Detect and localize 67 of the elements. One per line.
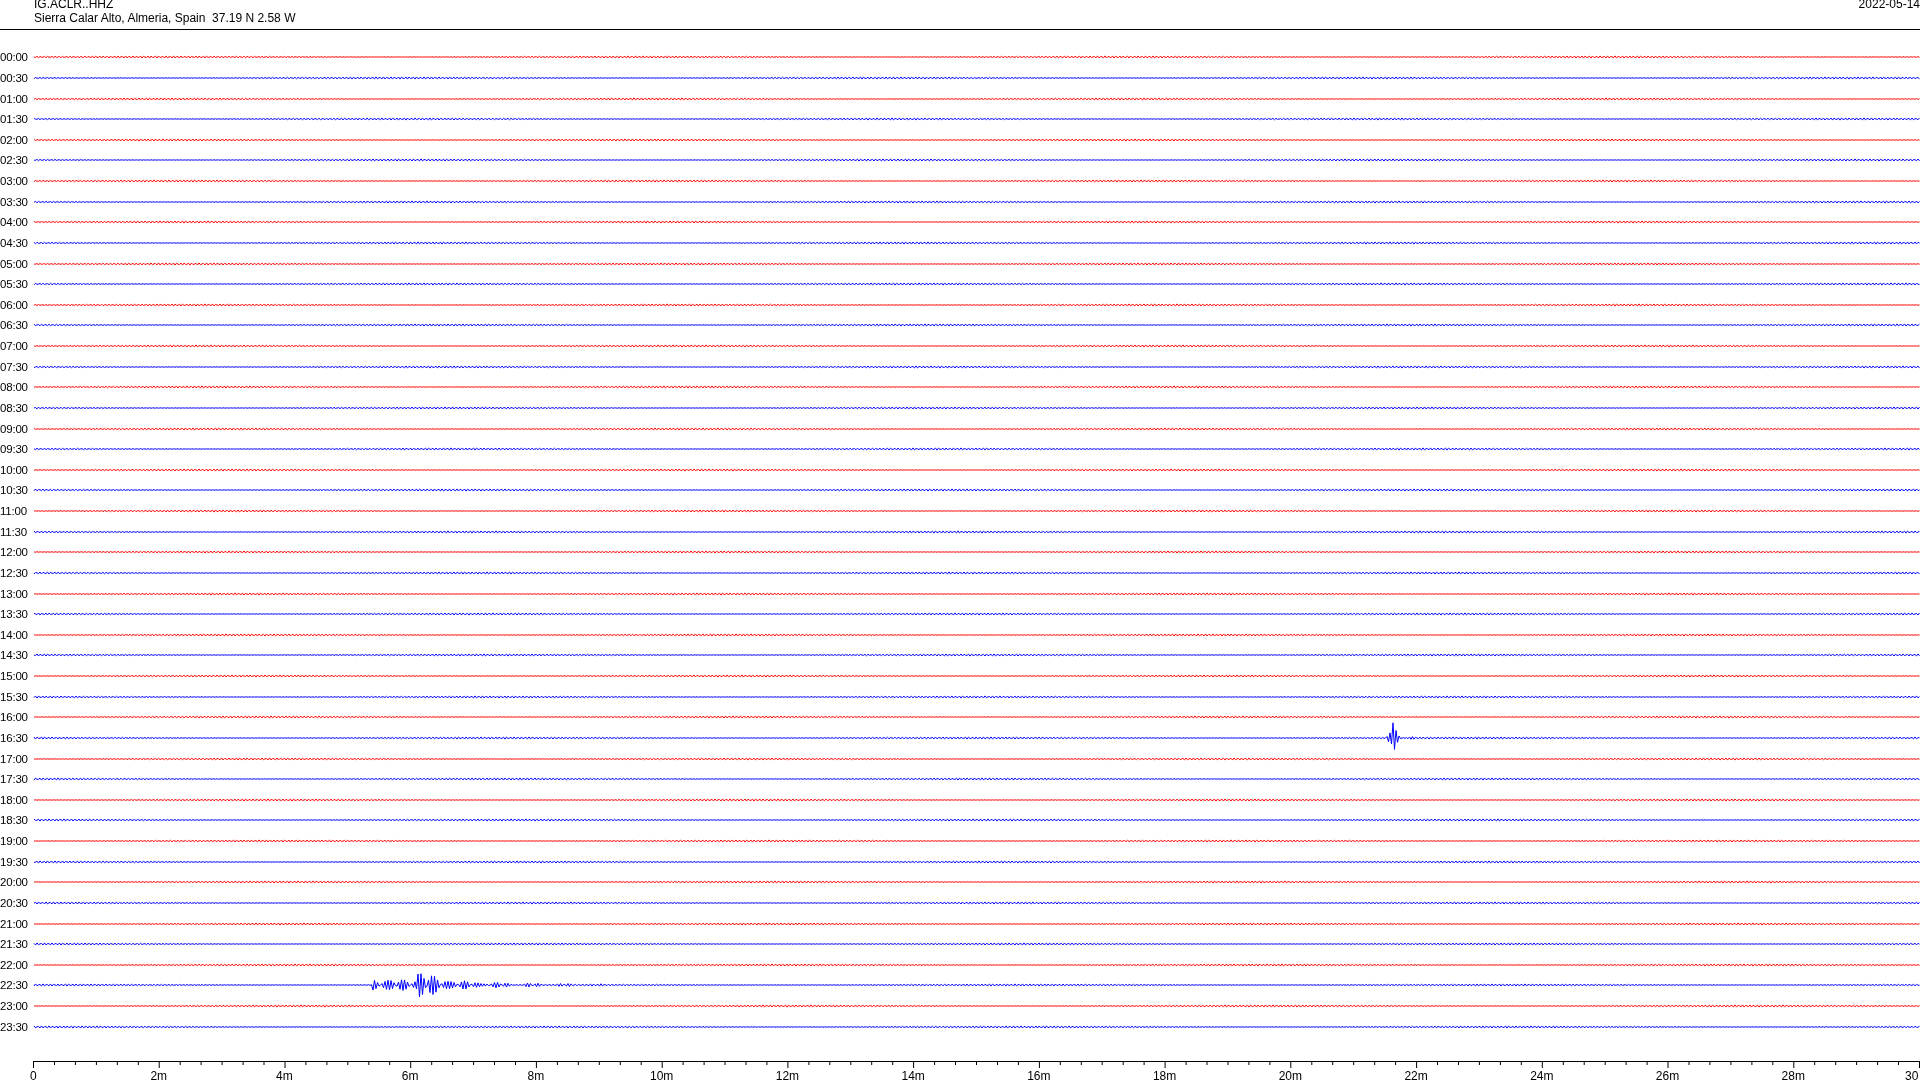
time-label: 01:00 xyxy=(0,92,29,105)
time-label: 12:00 xyxy=(0,546,29,559)
time-label: 10:30 xyxy=(0,484,29,497)
axis-tick-label: 14m xyxy=(901,1070,925,1080)
axis-tick-label: 4m xyxy=(276,1070,293,1080)
time-label: 11:30 xyxy=(0,525,28,538)
time-label: 04:30 xyxy=(0,236,29,249)
axis-tick-label: 22m xyxy=(1404,1070,1428,1080)
time-label: 22:00 xyxy=(0,958,29,971)
time-label: 20:30 xyxy=(0,896,29,909)
time-label: 21:00 xyxy=(0,917,29,930)
axis-tick-label: 0 xyxy=(30,1070,37,1080)
time-label: 01:30 xyxy=(0,113,29,126)
time-label: 12:30 xyxy=(0,566,29,579)
time-label: 18:30 xyxy=(0,814,29,827)
time-label: 09:00 xyxy=(0,422,29,435)
time-label: 10:00 xyxy=(0,463,29,476)
time-label: 06:00 xyxy=(0,298,29,311)
axis-tick-label: 30 xyxy=(1905,1070,1919,1080)
axis-tick-label: 8m xyxy=(527,1070,545,1080)
time-label: 04:00 xyxy=(0,216,29,229)
time-label: 17:30 xyxy=(0,773,29,786)
time-label: 07:30 xyxy=(0,360,29,373)
time-label: 20:00 xyxy=(0,876,29,889)
time-label: 06:30 xyxy=(0,319,29,332)
time-label: 19:30 xyxy=(0,855,29,868)
time-label: 23:30 xyxy=(0,1020,29,1033)
time-label: 17:00 xyxy=(0,752,29,765)
time-label: 08:00 xyxy=(0,381,29,394)
axis-tick-label: 28m xyxy=(1781,1070,1805,1080)
axis-tick-label: 10m xyxy=(650,1070,674,1080)
time-label: 05:00 xyxy=(0,257,29,270)
axis-tick-label: 18m xyxy=(1152,1070,1177,1080)
time-label: 13:30 xyxy=(0,608,29,621)
time-label: 16:00 xyxy=(0,711,29,724)
time-label: 14:30 xyxy=(0,649,29,662)
time-label: 23:00 xyxy=(0,1000,29,1013)
time-label: 07:00 xyxy=(0,340,29,353)
station-location: Sierra Calar Alto, Almeria, Spain 37.19 N 2.58 W xyxy=(34,11,296,25)
axis-tick-label: 12m xyxy=(775,1070,800,1080)
time-label: 16:30 xyxy=(0,731,29,744)
axis-tick-label: 20m xyxy=(1278,1070,1302,1080)
time-label: 14:00 xyxy=(0,628,29,641)
time-label: 15:00 xyxy=(0,670,29,683)
time-label: 19:00 xyxy=(0,835,29,848)
axis-tick-label: 26m xyxy=(1655,1070,1680,1080)
time-label: 03:00 xyxy=(0,175,29,188)
axis-tick-label: 6m xyxy=(401,1070,419,1080)
time-label: 03:30 xyxy=(0,195,29,208)
time-label: 15:30 xyxy=(0,690,29,703)
time-label: 02:30 xyxy=(0,154,29,167)
time-label: 08:30 xyxy=(0,401,29,414)
axis-tick-label: 24m xyxy=(1530,1070,1554,1080)
time-label: 11:00 xyxy=(0,505,28,518)
time-label: 09:30 xyxy=(0,443,29,456)
plot-date: 2022-05-14 xyxy=(1858,0,1920,11)
time-label: 18:00 xyxy=(0,793,29,806)
station-code: IG.ACLR..HHZ xyxy=(34,0,115,11)
time-label: 13:00 xyxy=(0,587,29,600)
time-label: 05:30 xyxy=(0,278,29,291)
time-label: 02:00 xyxy=(0,133,29,146)
time-label: 00:30 xyxy=(0,71,29,84)
time-label: 21:30 xyxy=(0,938,29,951)
axis-tick-label: 2m xyxy=(150,1070,168,1080)
time-label: 00:00 xyxy=(0,51,29,64)
axis-tick-label: 16m xyxy=(1027,1070,1051,1080)
time-label: 22:30 xyxy=(0,979,29,992)
